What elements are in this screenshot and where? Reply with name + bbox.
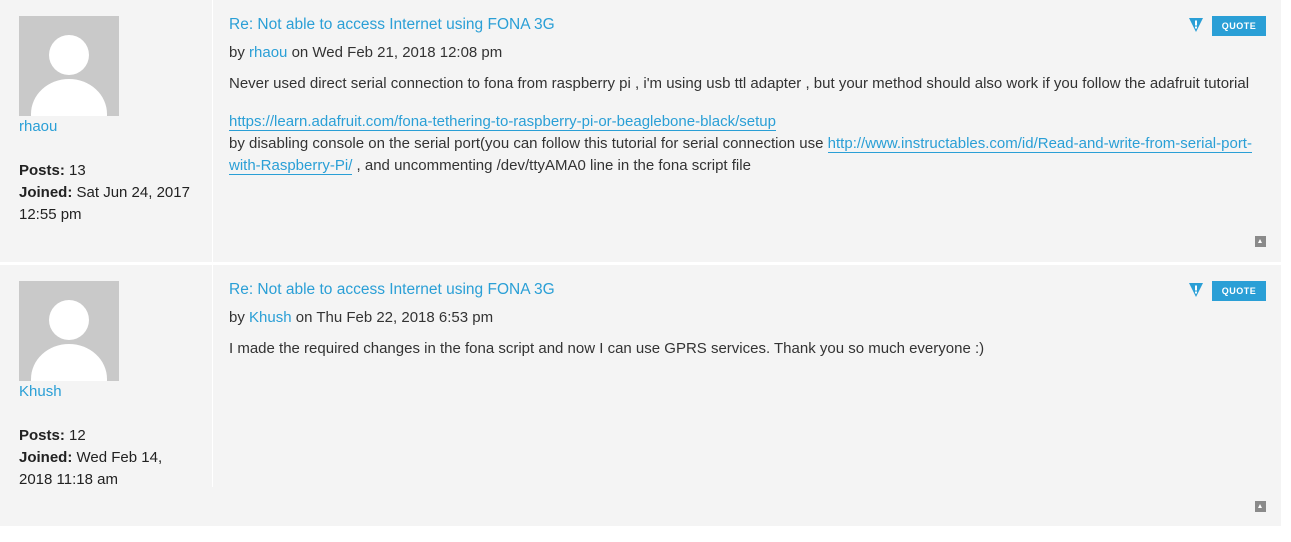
post-paragraph: https://learn.adafruit.com/fona-tetherin… [229,111,1259,177]
avatar-head-shape [49,300,89,340]
post-text: , and uncommenting /dev/ttyAMA0 line in … [352,157,751,174]
posts-label: Posts: [19,162,65,179]
joined-date: Joined: Sat Jun 24, 2017 12:55 pm [19,182,209,226]
author-link[interactable]: Khush [249,309,292,326]
avatar-body-shape [31,79,107,116]
avatar[interactable] [19,16,119,116]
avatar-body-shape [31,344,107,381]
post-content: I made the required changes in the fona … [229,338,1259,376]
post-content: Never used direct serial connection to f… [229,73,1259,177]
post: Khush Posts: 12 Joined: Wed Feb 14, 2018… [0,265,1281,526]
avatar[interactable] [19,281,119,381]
post-date: on Wed Feb 21, 2018 12:08 pm [291,44,503,61]
post-paragraph: Never used direct serial connection to f… [229,75,1250,92]
posts-label: Posts: [19,427,65,444]
post-meta: by rhaou on Wed Feb 21, 2018 12:08 pm [229,44,502,61]
post-text: by disabling console on the serial port(… [229,135,828,152]
post-profile: rhaou Posts: 13 Joined: Sat Jun 24, 2017… [0,0,213,262]
joined-label: Joined: [19,184,73,201]
report-warning-icon[interactable] [1188,282,1204,298]
back-to-top-icon[interactable] [1255,236,1266,247]
quote-button[interactable]: QUOTE [1212,281,1266,301]
quote-button[interactable]: QUOTE [1212,16,1266,36]
tutorial-link[interactable]: https://learn.adafruit.com/fona-tetherin… [229,113,776,131]
posts-value: 12 [69,427,86,444]
post: rhaou Posts: 13 Joined: Sat Jun 24, 2017… [0,0,1281,262]
post-meta: by Khush on Thu Feb 22, 2018 6:53 pm [229,309,493,326]
username-link[interactable]: rhaou [19,118,57,135]
post-profile: Khush Posts: 12 Joined: Wed Feb 14, 2018… [0,265,213,488]
by-label: by [229,44,245,61]
posts-count: Posts: 13 [19,160,209,182]
back-to-top-icon[interactable] [1255,501,1266,512]
avatar-head-shape [49,35,89,75]
posts-count: Posts: 12 [19,425,209,447]
post-paragraph: I made the required changes in the fona … [229,340,985,357]
post-title-link[interactable]: Re: Not able to access Internet using FO… [229,16,555,34]
by-label: by [229,309,245,326]
joined-date: Joined: Wed Feb 14, 2018 11:18 am [19,447,179,491]
author-link[interactable]: rhaou [249,44,287,61]
posts-value: 13 [69,162,86,179]
username-link[interactable]: Khush [19,383,62,400]
post-date: on Thu Feb 22, 2018 6:53 pm [295,309,494,326]
joined-label: Joined: [19,449,73,466]
post-title-link[interactable]: Re: Not able to access Internet using FO… [229,281,555,299]
report-warning-icon[interactable] [1188,17,1204,33]
